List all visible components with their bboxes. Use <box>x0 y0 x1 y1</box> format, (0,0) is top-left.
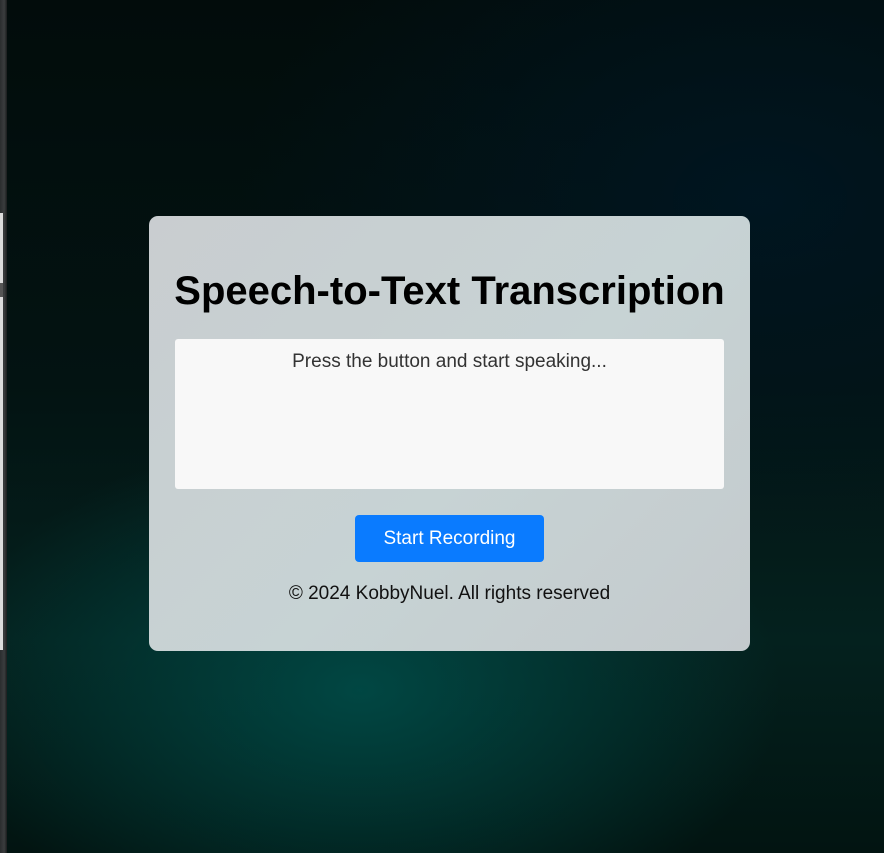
page-title: Speech-to-Text Transcription <box>174 269 725 313</box>
window-edge-highlight <box>0 213 3 650</box>
copyright-footer: © 2024 KobbyNuel. All rights reserved <box>288 583 611 604</box>
start-recording-button[interactable]: Start Recording <box>355 515 544 562</box>
transcript-output: Press the button and start speaking... <box>175 339 724 489</box>
transcription-card: Speech-to-Text Transcription Press the b… <box>149 216 750 651</box>
window-edge-mark <box>0 283 3 297</box>
